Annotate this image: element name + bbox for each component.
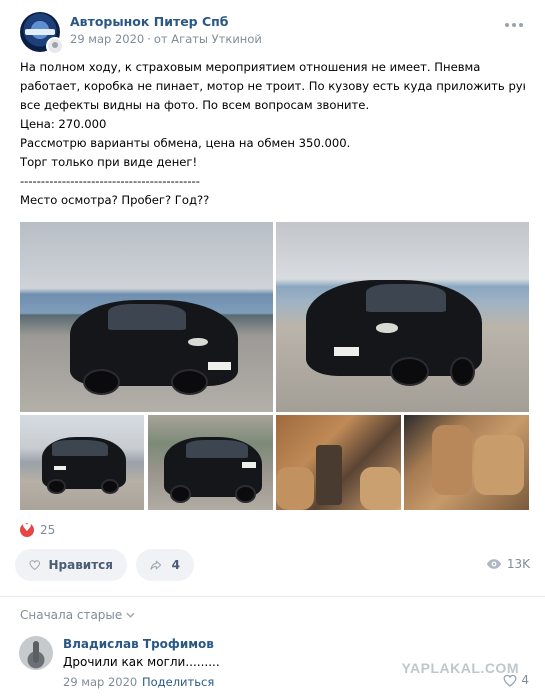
post-text-line: Рассмотрю варианты обмена, цена на обмен… bbox=[20, 136, 351, 150]
like-button[interactable]: Нравится bbox=[15, 549, 127, 581]
watermark-text: YAPLAKAL.COM bbox=[401, 660, 519, 676]
photo-interior-rear-seats[interactable] bbox=[404, 415, 529, 510]
share-count: 4 bbox=[171, 558, 180, 572]
post-author-link[interactable]: от Агаты Уткиной bbox=[154, 32, 262, 46]
post-text-line: Место осмотра? Пробег? Год?? bbox=[20, 193, 210, 207]
heart-outline-icon bbox=[29, 560, 41, 571]
post-text-line: все дефекты видны на фото. По всем вопро… bbox=[20, 98, 370, 112]
commenter-avatar[interactable] bbox=[19, 636, 53, 670]
comment-text: Дрочили как могли......... bbox=[63, 655, 220, 669]
post-actions: Нравится 4 13K bbox=[15, 549, 530, 581]
comments-sort-dropdown[interactable]: Сначала старые bbox=[20, 608, 135, 622]
photo-car-front-right[interactable] bbox=[276, 222, 529, 412]
photo-car-rear-left[interactable] bbox=[20, 415, 144, 510]
comment-date[interactable]: 29 мар 2020 bbox=[63, 675, 137, 689]
chevron-down-icon bbox=[126, 612, 135, 618]
post-text: На полном ходу, к страховым мероприятием… bbox=[20, 58, 525, 210]
post-date[interactable]: 29 мар 2020 bbox=[70, 32, 144, 46]
views-counter: 13K bbox=[486, 557, 530, 571]
section-divider bbox=[0, 596, 545, 597]
post-header: Авторынок Питер Спб 29 мар 2020 · от Агаты… bbox=[20, 12, 525, 55]
photo-car-rear-right[interactable] bbox=[148, 415, 273, 510]
views-count: 13K bbox=[506, 557, 530, 571]
share-arrow-icon bbox=[150, 560, 162, 570]
post-text-line: Цена: 270.000 bbox=[20, 117, 107, 131]
heart-filled-icon bbox=[20, 521, 34, 537]
like-button-label: Нравится bbox=[48, 558, 113, 572]
commenter-name-link[interactable]: Владислав Трофимов bbox=[63, 637, 214, 651]
more-dots-icon[interactable] bbox=[505, 20, 525, 30]
share-button[interactable]: 4 bbox=[136, 549, 194, 581]
post-meta: 29 мар 2020 · от Агаты Уткиной bbox=[70, 32, 262, 46]
eye-icon bbox=[486, 559, 502, 569]
sort-label: Сначала старые bbox=[20, 608, 123, 622]
photo-interior-dashboard[interactable] bbox=[276, 415, 401, 510]
comment-share-link[interactable]: Поделиться bbox=[142, 675, 214, 689]
group-name-link[interactable]: Авторынок Питер Спб bbox=[70, 14, 229, 29]
meta-separator: · bbox=[147, 32, 151, 46]
author-avatar-badge bbox=[46, 37, 64, 55]
comment-like-count: 4 bbox=[521, 673, 529, 687]
likes-summary[interactable]: 25 bbox=[20, 521, 55, 539]
post-text-line: На полном ходу, к страховым мероприятием… bbox=[20, 60, 481, 74]
photo-gallery bbox=[20, 222, 529, 510]
post-text-line: Торг только при виде денег! bbox=[20, 155, 198, 169]
photo-car-front-left[interactable] bbox=[20, 222, 273, 412]
likes-count: 25 bbox=[40, 523, 56, 537]
post-text-line: работает, коробка не пинает, мотор не тр… bbox=[20, 79, 525, 93]
post-text-line: ----------------------------------------… bbox=[20, 174, 200, 188]
